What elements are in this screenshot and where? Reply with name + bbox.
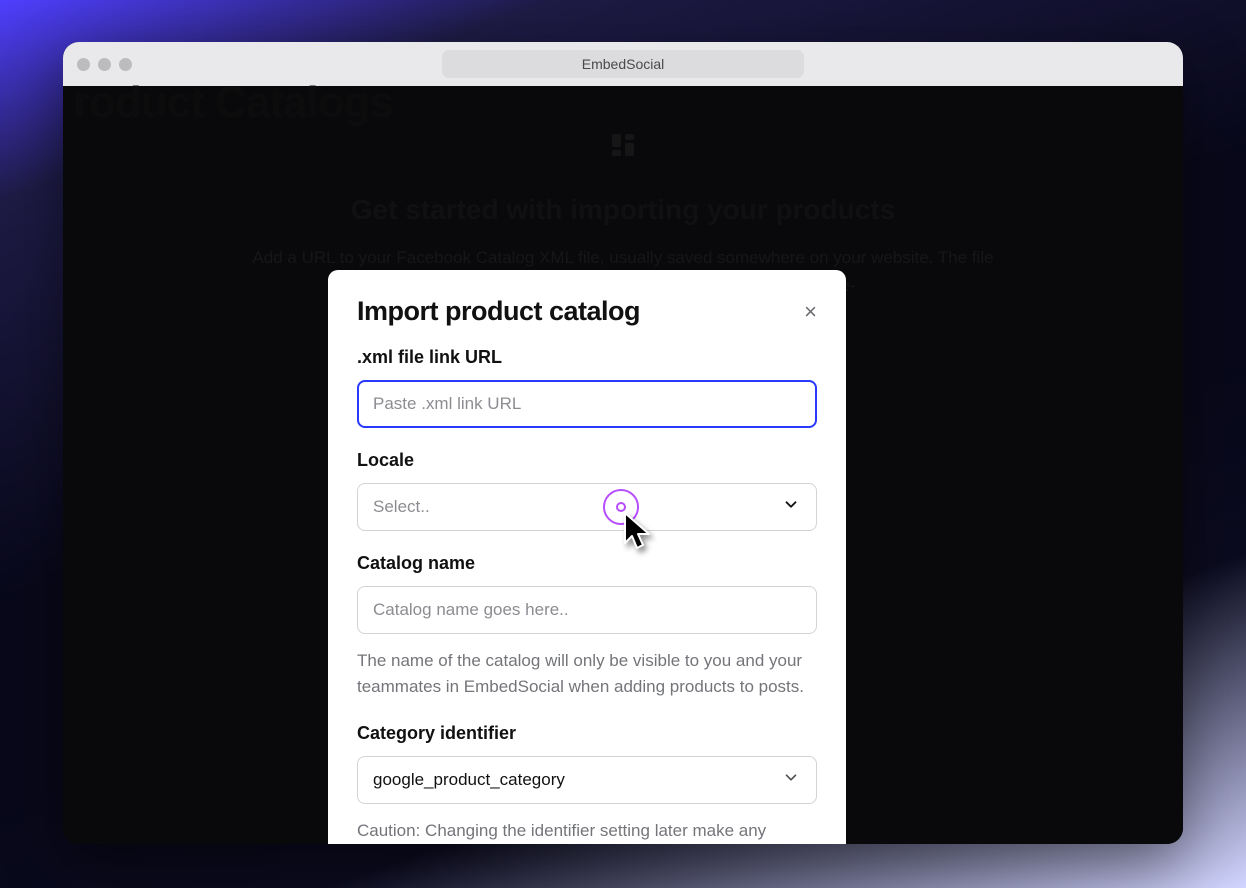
locale-label: Locale [357, 450, 817, 471]
category-select-value: google_product_category [373, 770, 565, 790]
traffic-max[interactable] [119, 58, 132, 71]
catalog-label: Catalog name [357, 553, 817, 574]
locale-select-value: Select.. [373, 497, 430, 517]
modal-title: Import product catalog [357, 296, 640, 327]
category-helper: Caution: Changing the identifier setting… [357, 818, 817, 844]
field-group-xml: .xml file link URL [357, 347, 817, 428]
field-group-category: Category identifier google_product_categ… [357, 723, 817, 844]
traffic-min[interactable] [98, 58, 111, 71]
close-icon[interactable]: × [804, 301, 817, 323]
field-group-locale: Locale Select.. [357, 450, 817, 531]
traffic-lights [77, 58, 132, 71]
xml-url-input[interactable] [357, 380, 817, 428]
import-modal: Import product catalog × .xml file link … [328, 270, 846, 844]
address-bar[interactable]: EmbedSocial [442, 50, 804, 78]
category-select[interactable]: google_product_category [357, 756, 817, 804]
address-text: EmbedSocial [582, 56, 665, 72]
xml-label: .xml file link URL [357, 347, 817, 368]
page-content: roduct Catalogs Get started with importi… [63, 86, 1183, 844]
catalog-name-input[interactable] [357, 586, 817, 634]
category-label: Category identifier [357, 723, 817, 744]
catalog-helper: The name of the catalog will only be vis… [357, 648, 817, 701]
chevron-down-icon [782, 496, 800, 519]
chevron-down-icon [782, 768, 800, 791]
cursor-icon [623, 511, 657, 558]
locale-select[interactable]: Select.. [357, 483, 817, 531]
field-group-catalog: Catalog name The name of the catalog wil… [357, 553, 817, 701]
traffic-close[interactable] [77, 58, 90, 71]
browser-window: EmbedSocial roduct Catalogs Get started … [63, 42, 1183, 844]
